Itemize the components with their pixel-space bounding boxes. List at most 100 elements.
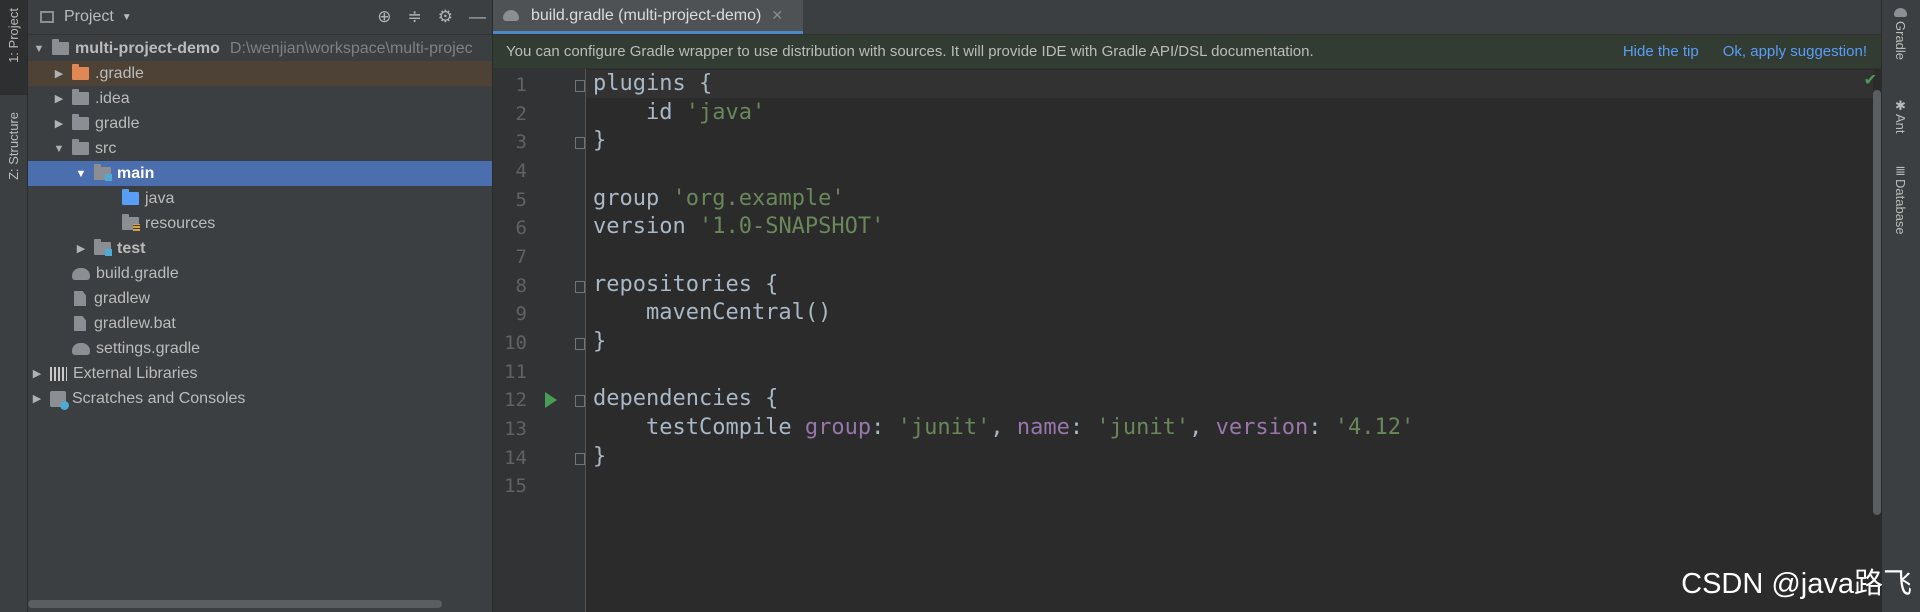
tree-item-gradlew[interactable]: gradlew (28, 286, 492, 311)
tree-item-label: .gradle (95, 64, 144, 82)
vertical-scrollbar[interactable] (1873, 90, 1881, 515)
code-text: repositories { (593, 272, 779, 297)
expanded-arrow-icon[interactable]: ▼ (74, 168, 88, 180)
structure-tool-tab[interactable]: Z: Structure (0, 112, 27, 212)
collapsed-arrow-icon[interactable]: ▶ (74, 242, 88, 255)
tree-item-idea[interactable]: ▶ .idea (28, 86, 492, 111)
code-string: 'junit' (897, 415, 991, 440)
tree-item-label: .idea (95, 89, 130, 107)
tree-item-java[interactable]: java (28, 186, 492, 211)
code-line[interactable]: id 'java' (593, 100, 765, 125)
editor-gutter[interactable]: 1 2 3 4 5 6 7 8 9 10 11 12 13 14 15 (493, 69, 586, 612)
code-line[interactable]: } (593, 128, 606, 153)
code-text: group (593, 186, 673, 211)
watermark: CSDN @java路飞 (1681, 568, 1912, 600)
tree-item-gradle[interactable]: ▶ gradle (28, 111, 492, 136)
code-text: : (871, 415, 898, 440)
tree-item-gradle-cache[interactable]: ▶ .gradle (28, 61, 492, 86)
code-text: , (990, 415, 1017, 440)
project-tool-tab-label: 1: Project (6, 8, 21, 63)
ant-icon: ✱ (1895, 98, 1906, 113)
code-line[interactable]: } (593, 444, 606, 469)
collapsed-arrow-icon[interactable]: ▶ (52, 92, 66, 105)
caret-line-highlight (586, 70, 1873, 98)
gear-icon[interactable]: ⚙ (438, 7, 453, 27)
code-line[interactable]: version '1.0-SNAPSHOT' (593, 214, 884, 239)
fold-marker-icon[interactable] (575, 137, 585, 149)
collapsed-arrow-icon[interactable]: ▶ (30, 392, 44, 405)
tree-item-resources[interactable]: resources (28, 211, 492, 236)
collapsed-arrow-icon[interactable]: ▶ (30, 367, 44, 380)
tree-item-main[interactable]: ▼ main (28, 161, 492, 186)
code-string: 'java' (685, 100, 766, 125)
line-number: 15 (504, 475, 527, 497)
fold-marker-icon[interactable] (575, 80, 585, 92)
tree-item-label: Scratches and Consoles (72, 389, 246, 407)
code-string: 'org.example' (672, 186, 845, 211)
expanded-arrow-icon[interactable]: ▼ (32, 43, 46, 55)
code-named-arg: version (1215, 415, 1309, 440)
file-icon (74, 316, 86, 331)
horizontal-scrollbar[interactable] (28, 600, 442, 608)
code-line[interactable]: group 'org.example' (593, 186, 845, 211)
project-panel: Project ▼ ⊕ ≑ ⚙ — ▼ multi-project-demo D… (28, 0, 492, 612)
apply-suggestion-link[interactable]: Ok, apply suggestion! (1723, 43, 1867, 60)
fold-marker-icon[interactable] (575, 395, 585, 407)
code-line[interactable]: repositories { (593, 272, 778, 297)
line-number: 10 (504, 332, 527, 354)
tree-item-build-gradle[interactable]: build.gradle (28, 261, 492, 286)
ant-tool-tab-label: Ant (1893, 114, 1908, 134)
tree-item-settings-gradle[interactable]: settings.gradle (28, 336, 492, 361)
database-tool-tab[interactable]: ≣ Database (1887, 163, 1914, 235)
code-text: } (593, 444, 607, 469)
expanded-arrow-icon[interactable]: ▼ (52, 143, 66, 155)
gradle-tool-tab[interactable]: Gradle (1887, 8, 1914, 60)
tab-label: build.gradle (multi-project-demo) (531, 6, 762, 24)
ant-tool-tab[interactable]: ✱ Ant (1887, 98, 1914, 134)
code-text: : (1308, 415, 1335, 440)
code-line[interactable]: } (593, 329, 606, 354)
code-line[interactable]: mavenCentral() (593, 300, 831, 325)
code-line[interactable]: dependencies { (593, 386, 778, 411)
code-text: plugins { (593, 71, 713, 96)
chevron-down-icon[interactable]: ▼ (122, 12, 132, 23)
tree-item-src[interactable]: ▼ src (28, 136, 492, 161)
tree-item-label: gradle (95, 114, 140, 132)
collapse-all-icon[interactable]: ≑ (408, 7, 422, 27)
editor-area: build.gradle (multi-project-demo) ✕ You … (493, 0, 1881, 612)
tab-build-gradle[interactable]: build.gradle (multi-project-demo) ✕ (493, 0, 803, 34)
database-tool-tab-label: Database (1893, 179, 1908, 235)
project-tool-tab[interactable]: 1: Project (0, 0, 27, 95)
code-text: mavenCentral() (593, 300, 832, 325)
close-icon[interactable]: ✕ (771, 7, 783, 24)
tree-item-label: main (117, 164, 155, 182)
tree-item-label: java (145, 189, 175, 207)
module-folder-icon (52, 39, 69, 55)
code-line[interactable]: plugins { (593, 71, 712, 96)
tree-item-root[interactable]: ▼ multi-project-demo D:\wenjian\workspac… (28, 36, 492, 61)
fold-marker-icon[interactable] (575, 281, 585, 293)
left-tool-strip: 1: Project Z: Structure (0, 0, 28, 612)
minimize-icon[interactable]: — (469, 7, 486, 27)
tree-item-test[interactable]: ▶ test (28, 236, 492, 261)
project-panel-header: Project ▼ ⊕ ≑ ⚙ — (28, 0, 492, 35)
fold-marker-icon[interactable] (575, 453, 585, 465)
project-panel-title[interactable]: Project (64, 8, 114, 26)
folder-icon (72, 139, 89, 155)
tree-item-gradlew-bat[interactable]: gradlew.bat (28, 311, 492, 336)
tree-item-scratches[interactable]: ▶ Scratches and Consoles (28, 386, 492, 411)
fold-marker-icon[interactable] (575, 338, 585, 350)
line-number: 14 (504, 447, 527, 469)
code-line[interactable]: testCompile group: 'junit', name: 'junit… (593, 415, 1414, 440)
run-gutter-icon[interactable] (545, 392, 557, 408)
locate-icon[interactable]: ⊕ (377, 7, 391, 27)
tree-item-external-libraries[interactable]: ▶ External Libraries (28, 361, 492, 386)
collapsed-arrow-icon[interactable]: ▶ (52, 67, 66, 80)
code-text: } (593, 128, 607, 153)
inspection-ok-icon[interactable]: ✔ (1864, 70, 1877, 90)
line-number: 2 (515, 103, 527, 125)
hide-tip-link[interactable]: Hide the tip (1623, 43, 1699, 60)
code-string: 'junit' (1096, 415, 1190, 440)
collapsed-arrow-icon[interactable]: ▶ (52, 117, 66, 130)
code-text: testCompile (593, 415, 805, 440)
